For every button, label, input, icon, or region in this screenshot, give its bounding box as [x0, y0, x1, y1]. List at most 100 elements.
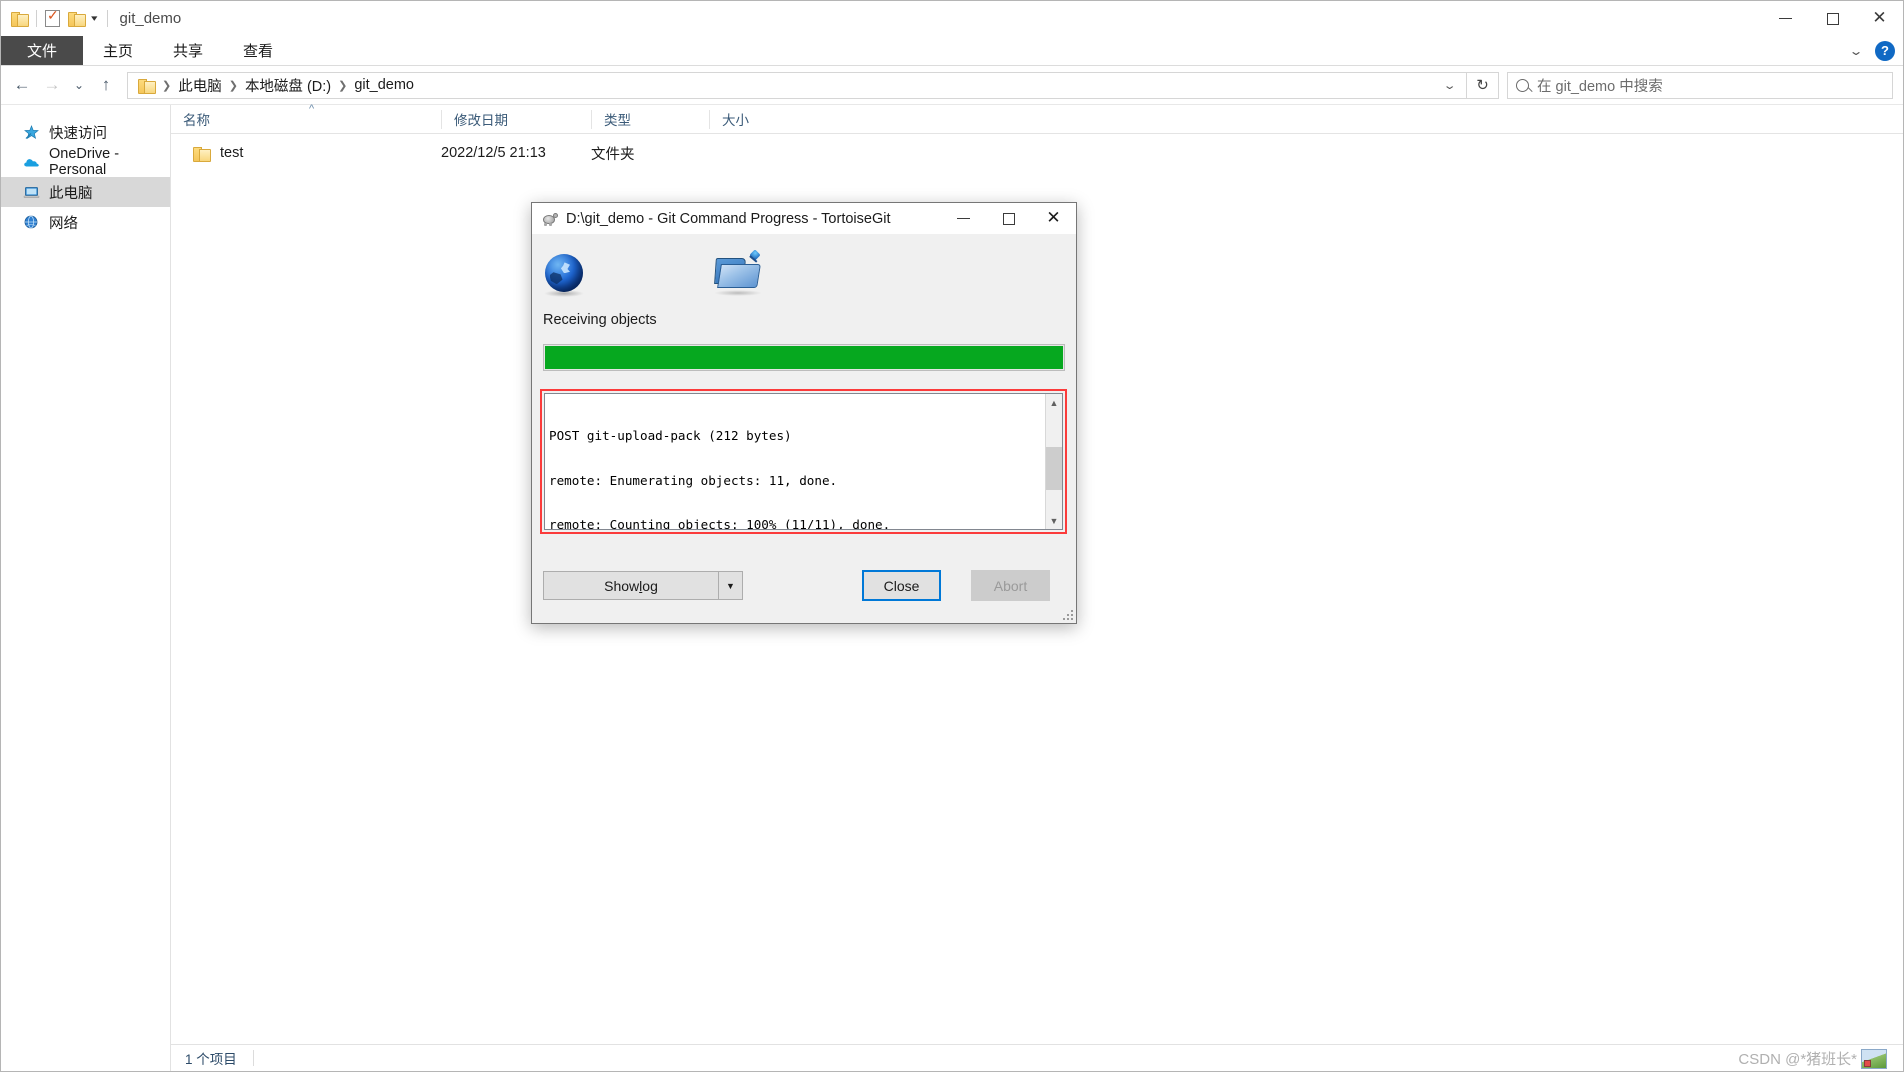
git-command-progress-dialog: D:\git_demo - Git Command Progress - Tor… [531, 202, 1077, 624]
maximize-icon[interactable] [1809, 1, 1856, 36]
progress-bar [543, 344, 1065, 371]
dialog-window-controls: ✕ [941, 203, 1076, 234]
navigation-pane: 快速访问 OneDrive - Personal [1, 105, 171, 1071]
window-controls: ✕ [1762, 1, 1903, 36]
log-highlight-outline: POST git-upload-pack (212 bytes) remote:… [540, 389, 1067, 534]
help-button[interactable]: ? [1875, 41, 1895, 61]
qat-divider-2 [107, 10, 108, 27]
tab-share[interactable]: 共享 [153, 36, 223, 65]
close-button[interactable]: Close [862, 570, 941, 601]
show-log-label-suffix: og [642, 578, 658, 594]
arrow-up-icon[interactable]: ↑ [91, 70, 121, 100]
column-header-date-modified[interactable]: 修改日期 [441, 110, 591, 129]
blue-folder-icon-shadow [714, 290, 762, 296]
log-output-area[interactable]: POST git-upload-pack (212 bytes) remote:… [544, 393, 1063, 530]
refresh-icon[interactable]: ↻ [1467, 72, 1499, 99]
breadcrumb-separator: ❯ [159, 79, 174, 92]
dialog-titlebar: D:\git_demo - Git Command Progress - Tor… [532, 203, 1076, 234]
recent-locations-chevron-down-icon[interactable]: ⌄ [67, 70, 91, 100]
star-pin-icon [23, 124, 40, 141]
breadcrumb-separator: ❯ [226, 79, 241, 92]
scrollbar-track[interactable] [1046, 411, 1063, 512]
tab-view[interactable]: 查看 [223, 36, 293, 65]
minimize-icon[interactable] [941, 203, 986, 234]
new-folder-icon[interactable] [68, 11, 85, 26]
onedrive-cloud-icon [23, 154, 40, 171]
globe-icon-shadow [544, 290, 584, 297]
watermark: CSDN @*猪班长* [1738, 1045, 1887, 1072]
scrollbar-thumb[interactable] [1046, 447, 1063, 489]
arrow-right-icon[interactable]: → [37, 70, 67, 100]
show-log-label-prefix: Show [604, 578, 639, 594]
log-line: remote: Counting objects: 100% (11/11), … [549, 518, 1045, 529]
column-header-name[interactable]: 名称 ^ [171, 110, 441, 129]
dialog-body: Receiving objects POST git-upload-pack (… [532, 234, 1076, 623]
column-headers: 名称 ^ 修改日期 类型 大小 [171, 105, 1903, 134]
dialog-title: D:\git_demo - Git Command Progress - Tor… [566, 211, 890, 227]
breadcrumb-separator: ❯ [335, 79, 350, 92]
search-input[interactable]: 在 git_demo 中搜索 [1537, 75, 1663, 96]
sidebar-item-label: 此电脑 [49, 182, 93, 203]
chevron-down-icon[interactable]: ▼ [1046, 512, 1063, 529]
arrow-left-icon[interactable]: ← [7, 70, 37, 100]
dialog-icons [532, 234, 1076, 310]
properties-icon[interactable] [45, 10, 60, 27]
item-count: 1 个项目 [185, 1048, 237, 1068]
file-modified-cell: 2022/12/5 21:13 [441, 145, 591, 161]
chevron-down-icon[interactable]: ▾ [91, 13, 97, 24]
column-header-type[interactable]: 类型 [591, 110, 709, 129]
log-line: POST git-upload-pack (212 bytes) [549, 429, 1045, 444]
ribbon-tabs: 文件 主页 共享 查看 ⌄ ? [1, 36, 1903, 65]
globe-icon [545, 254, 583, 292]
file-type-cell: 文件夹 [591, 143, 709, 164]
ribbon-right-controls: ⌄ ? [1851, 36, 1895, 65]
this-pc-icon [23, 184, 40, 201]
address-chevron-down-icon[interactable]: ⌄ [1430, 79, 1468, 92]
column-header-label: 大小 [722, 109, 749, 129]
minimize-icon[interactable] [1762, 1, 1809, 36]
blue-folder-icon [715, 251, 761, 293]
tortoisegit-turtle-icon [541, 211, 558, 226]
chevron-up-icon[interactable]: ▲ [1046, 394, 1063, 411]
show-log-button[interactable]: Show log [544, 572, 719, 599]
watermark-text: CSDN @*猪班长* [1738, 1048, 1857, 1069]
sidebar-item-onedrive[interactable]: OneDrive - Personal [1, 147, 170, 177]
qat-divider [36, 10, 37, 27]
abort-button: Abort [971, 570, 1050, 601]
sidebar-item-quick-access[interactable]: 快速访问 [1, 117, 170, 147]
chevron-down-icon[interactable]: ▼ [719, 572, 742, 599]
log-vertical-scrollbar[interactable]: ▲ ▼ [1045, 394, 1062, 529]
sidebar-item-label: OneDrive - Personal [49, 146, 170, 178]
tab-file[interactable]: 文件 [1, 36, 83, 65]
folder-icon[interactable] [11, 11, 28, 26]
file-name-cell: test [171, 145, 441, 161]
sidebar-item-network[interactable]: 网络 [1, 207, 170, 237]
sidebar-item-label: 网络 [49, 212, 78, 233]
sidebar-item-this-pc[interactable]: 此电脑 [1, 177, 170, 207]
explorer-titlebar: ▾ git_demo ✕ [1, 1, 1903, 36]
breadcrumb-item-local-disk[interactable]: 本地磁盘 (D:) [241, 75, 335, 96]
maximize-icon[interactable] [986, 203, 1031, 234]
chevron-down-icon[interactable]: ⌄ [1848, 44, 1863, 58]
column-header-label: 修改日期 [454, 109, 508, 129]
table-row[interactable]: test 2022/12/5 21:13 文件夹 [171, 138, 1903, 168]
watermark-image-icon [1861, 1049, 1887, 1069]
column-header-label: 类型 [604, 109, 631, 129]
log-line: remote: Enumerating objects: 11, done. [549, 474, 1045, 489]
sort-ascending-icon: ^ [309, 103, 314, 115]
resize-grip[interactable] [1062, 609, 1073, 620]
status-divider [253, 1050, 254, 1066]
close-icon[interactable]: ✕ [1856, 1, 1903, 36]
close-icon[interactable]: ✕ [1031, 203, 1076, 234]
tab-home[interactable]: 主页 [83, 36, 153, 65]
search-box[interactable]: 在 git_demo 中搜索 [1507, 72, 1893, 99]
show-log-split-button[interactable]: Show log ▼ [543, 571, 743, 600]
breadcrumb-item-git-demo[interactable]: git_demo [350, 77, 418, 93]
log-text: POST git-upload-pack (212 bytes) remote:… [545, 394, 1045, 529]
column-header-label: 名称 [183, 109, 210, 129]
progress-bar-fill [545, 346, 1063, 369]
breadcrumb-item-this-pc[interactable]: 此电脑 [174, 75, 226, 96]
folder-icon [193, 146, 210, 161]
address-bar[interactable]: ❯ 此电脑 ❯ 本地磁盘 (D:) ❯ git_demo ⌄ [127, 72, 1467, 99]
column-header-size[interactable]: 大小 [709, 110, 801, 129]
